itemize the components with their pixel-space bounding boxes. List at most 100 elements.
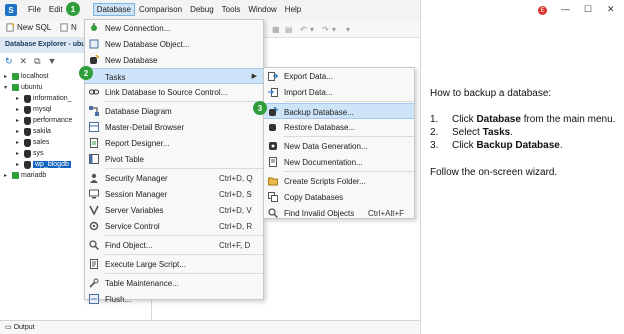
expand-arrow-icon[interactable]: ▸: [16, 161, 22, 168]
redo-dropdown-icon[interactable]: ▾: [332, 25, 342, 34]
tree-node-label: performance: [33, 117, 73, 124]
menu-separator: [284, 171, 414, 172]
diagram-icon: [89, 106, 99, 116]
menu-item-new-database[interactable]: New Database: [85, 52, 263, 68]
menu-item-copy-databases[interactable]: Copy Databases: [264, 189, 414, 205]
refresh-icon[interactable]: ↻: [5, 56, 13, 67]
menu-item-flush[interactable]: Flush...: [85, 291, 263, 307]
menu-comparison[interactable]: Comparison: [135, 3, 186, 16]
menu-item-pivot-table[interactable]: Pivot Table: [85, 151, 263, 167]
tree-node-mariadb[interactable]: ▸ mariadb: [4, 170, 46, 181]
master-detail-icon: [89, 122, 99, 132]
copy-icon[interactable]: ⧉: [34, 56, 40, 67]
menu-item-shortcut: Ctrl+D, S: [219, 190, 252, 199]
menu-tools[interactable]: Tools: [218, 3, 245, 16]
menu-item-execute-large-script[interactable]: Execute Large Script...: [85, 256, 263, 272]
expand-arrow-icon[interactable]: ▸: [16, 128, 22, 135]
tree-node-wp-blogdb[interactable]: ▸ wp_blogdb: [16, 159, 71, 170]
menu-file[interactable]: File: [24, 3, 45, 16]
menu-item-label: Session Manager: [105, 190, 168, 199]
tree-node-performance-schema[interactable]: ▸ performance: [16, 115, 72, 126]
database-icon: [24, 116, 31, 125]
menu-item-table-maintenance[interactable]: Table Maintenance...: [85, 275, 263, 291]
toolbar-overflow-icon[interactable]: ▾: [346, 25, 356, 34]
tree-node-information-schema[interactable]: ▸ information_: [16, 93, 72, 104]
undo-dropdown-icon[interactable]: ▾: [310, 25, 320, 34]
menu-database[interactable]: Database: [92, 3, 135, 16]
step-text-bold: Database: [476, 114, 521, 125]
menu-separator: [105, 101, 263, 102]
output-panel-tab[interactable]: ▭ Output: [0, 320, 420, 334]
menu-item-import-data[interactable]: Import Data...: [264, 84, 414, 100]
new-truncated-button[interactable]: N: [60, 23, 77, 32]
expand-arrow-icon[interactable]: ▸: [4, 73, 10, 80]
tree-node-label: localhost: [21, 73, 49, 80]
instructions-footer: Follow the on-screen wizard.: [430, 167, 558, 178]
new-sql-icon: [6, 23, 15, 32]
expand-arrow-icon[interactable]: ▸: [16, 150, 22, 157]
link-icon: [89, 87, 99, 97]
menu-window[interactable]: Window: [244, 3, 280, 16]
menu-item-label: Pivot Table: [105, 155, 144, 164]
tree-node-sakila[interactable]: ▸ sakila: [16, 126, 51, 137]
tree-node-ubuntu[interactable]: ▾ ubuntu: [4, 82, 42, 93]
menu-item-restore-database[interactable]: Restore Database...: [264, 119, 414, 135]
menu-item-backup-database[interactable]: Backup Database...: [264, 103, 414, 119]
tree-node-sys[interactable]: ▸ sys: [16, 148, 44, 159]
toolbar-layout-icon[interactable]: ▤: [285, 25, 295, 34]
menu-item-master-detail-browser[interactable]: Master-Detail Browser: [85, 119, 263, 135]
new-sql-label: New SQL: [17, 23, 52, 32]
step-number: 2.: [430, 127, 439, 138]
invalid-objects-icon: [268, 208, 278, 218]
tree-node-label: sakila: [33, 128, 51, 135]
minimize-button[interactable]: —: [561, 4, 570, 14]
new-sql-button[interactable]: New SQL: [6, 23, 51, 32]
menu-item-label: New Database: [105, 56, 158, 65]
expand-arrow-icon[interactable]: ▸: [16, 95, 22, 102]
menu-item-service-control[interactable]: Service Control Ctrl+D, R: [85, 218, 263, 234]
user-avatar-badge[interactable]: E: [538, 6, 547, 15]
toolbar-grid-icon[interactable]: ▦: [272, 25, 282, 34]
step-text-pre: Select: [452, 127, 483, 138]
menu-item-link-source-control[interactable]: Link Database to Source Control...: [85, 84, 263, 100]
delete-icon[interactable]: ✕: [20, 56, 28, 67]
menu-item-export-data[interactable]: Export Data...: [264, 68, 414, 84]
new-truncated-label: N: [71, 23, 77, 32]
expand-arrow-icon[interactable]: ▸: [16, 117, 22, 124]
menu-item-find-invalid-objects[interactable]: Find Invalid Objects Ctrl+Alt+F: [264, 205, 414, 221]
database-menu: New Connection... New Database Object...…: [84, 19, 264, 304]
close-button[interactable]: ✕: [607, 4, 615, 15]
expand-arrow-icon[interactable]: ▸: [4, 172, 10, 179]
menu-item-label: New Connection...: [105, 24, 171, 33]
expand-arrow-icon[interactable]: ▸: [16, 106, 22, 113]
menu-item-security-manager[interactable]: Security Manager Ctrl+D, Q: [85, 170, 263, 186]
import-icon: [268, 87, 278, 97]
menu-item-session-manager[interactable]: Session Manager Ctrl+D, S: [85, 186, 263, 202]
step-text: Click Database from the main menu.: [452, 113, 615, 126]
menu-item-database-diagram[interactable]: Database Diagram: [85, 103, 263, 119]
menu-item-new-data-generation[interactable]: New Data Generation...: [264, 138, 414, 154]
step-badge-2: 2: [79, 66, 93, 80]
undo-icon[interactable]: ↶: [300, 25, 310, 34]
menu-item-tasks[interactable]: Tasks ▶: [85, 68, 263, 84]
tree-node-mysql[interactable]: ▸ mysql: [16, 104, 51, 115]
step-number: 1.: [430, 114, 439, 125]
menu-debug[interactable]: Debug: [186, 3, 218, 16]
menu-item-new-database-object[interactable]: New Database Object...: [85, 36, 263, 52]
tree-node-localhost[interactable]: ▸ localhost: [4, 71, 49, 82]
menu-help[interactable]: Help: [281, 3, 305, 16]
filter-icon[interactable]: ▼: [48, 56, 57, 66]
expand-arrow-icon[interactable]: ▸: [16, 139, 22, 146]
maximize-button[interactable]: ☐: [584, 4, 592, 15]
tree-node-sales[interactable]: ▸ sales: [16, 137, 49, 148]
collapse-arrow-icon[interactable]: ▾: [4, 84, 10, 91]
redo-icon[interactable]: ↷: [322, 25, 332, 34]
menu-item-new-documentation[interactable]: New Documentation...: [264, 154, 414, 170]
menu-edit[interactable]: Edit: [45, 3, 67, 16]
menu-item-label: Find Object...: [105, 241, 153, 250]
menu-item-new-connection[interactable]: New Connection...: [85, 20, 263, 36]
menu-item-find-object[interactable]: Find Object... Ctrl+F, D: [85, 237, 263, 253]
menu-item-report-designer[interactable]: Report Designer...: [85, 135, 263, 151]
menu-item-create-scripts-folder[interactable]: Create Scripts Folder...: [264, 173, 414, 189]
menu-item-server-variables[interactable]: Server Variables Ctrl+D, V: [85, 202, 263, 218]
